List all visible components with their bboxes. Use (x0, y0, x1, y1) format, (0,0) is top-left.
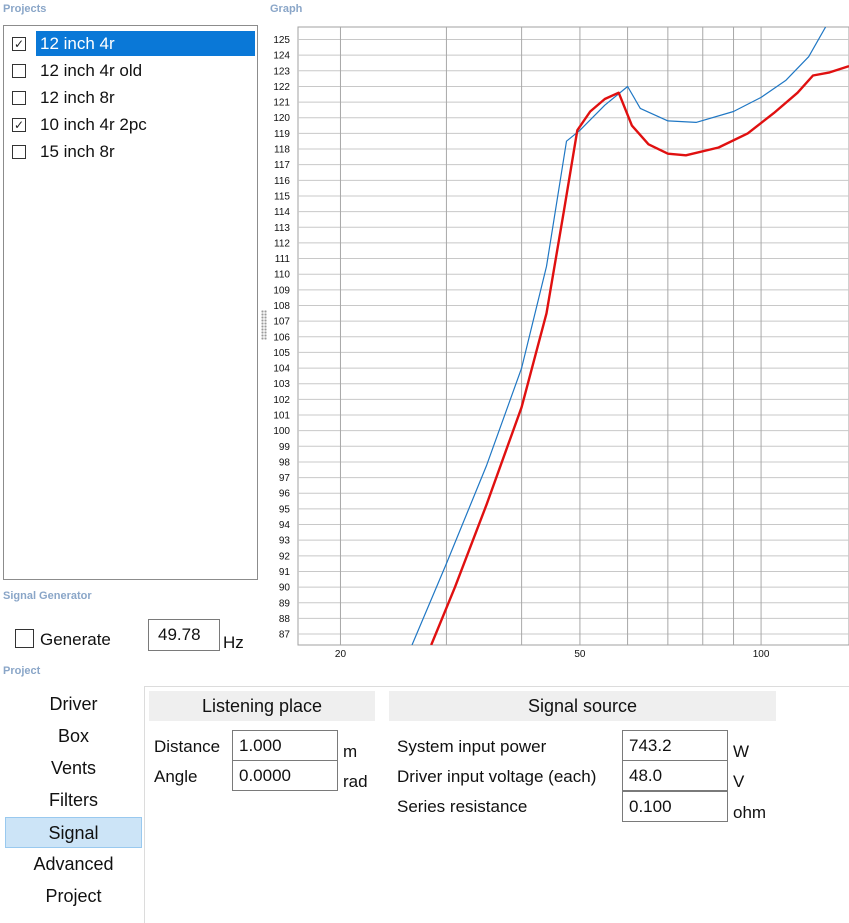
frequency-unit: Hz (223, 633, 244, 652)
checkbox-icon[interactable] (12, 90, 26, 105)
signal-settings-panel: Listening place Distance m Angle rad Sig… (144, 686, 849, 923)
project-item[interactable]: 12 inch 8r (4, 84, 257, 111)
signal-generator-section-label: Signal Generator (3, 590, 92, 602)
y-tick-label: 106 (273, 332, 290, 343)
y-tick-label: 125 (273, 35, 290, 46)
nav-item-vents[interactable]: Vents (5, 753, 142, 784)
y-tick-label: 123 (273, 66, 290, 77)
checkbox-icon[interactable] (12, 144, 26, 159)
y-tick-label: 94 (279, 520, 291, 531)
distance-label: Distance (154, 737, 221, 756)
y-tick-label: 110 (274, 270, 290, 281)
y-tick-label: 121 (273, 98, 290, 109)
y-tick-label: 91 (279, 567, 291, 578)
y-tick-label: 88 (279, 614, 291, 625)
y-tick-label: 122 (273, 82, 290, 93)
angle-input[interactable] (232, 760, 338, 791)
project-section-label: Project (3, 665, 41, 677)
project-item[interactable]: ✓ 12 inch 4r (4, 30, 257, 57)
distance-input[interactable] (232, 730, 338, 761)
x-tick-label: 20 (335, 649, 347, 660)
y-tick-label: 89 (279, 598, 291, 609)
angle-label: Angle (154, 767, 198, 786)
project-item[interactable]: 12 inch 4r old (4, 57, 257, 84)
y-tick-label: 117 (274, 160, 290, 171)
checked-checkbox-icon[interactable]: ✓ (12, 117, 26, 132)
y-tick-label: 105 (273, 348, 290, 359)
distance-unit: m (343, 742, 358, 761)
y-tick-label: 104 (273, 364, 290, 375)
driver-input-voltage-label: Driver input voltage (each) (397, 767, 597, 786)
y-tick-label: 114 (274, 207, 290, 218)
driver-input-voltage-input[interactable] (622, 760, 728, 791)
y-tick-label: 87 (279, 630, 291, 641)
y-tick-label: 118 (274, 145, 290, 156)
projects-list[interactable]: ✓ 12 inch 4r 12 inch 4r old 12 inch 8r ✓ 10 i… (3, 25, 258, 580)
y-tick-label: 109 (273, 285, 290, 296)
x-tick-label: 100 (753, 649, 770, 660)
frequency-response-graph: 87 88 89 90 91 92 93 94 95 96 97 98 99 100 101 102 103 10… (273, 26, 849, 660)
generate-label: Generate (40, 630, 111, 649)
nav-item-driver[interactable]: Driver (5, 689, 142, 720)
project-item-label: 15 inch 8r (40, 142, 115, 161)
power-unit: W (733, 742, 750, 761)
project-item-label: 12 inch 4r old (40, 61, 143, 80)
y-tick-label: 93 (279, 536, 291, 547)
y-tick-label: 124 (273, 51, 290, 62)
signal-source-header: Signal source (389, 691, 776, 721)
projects-section-label: Projects (3, 3, 47, 15)
voltage-unit: V (733, 772, 745, 791)
nav-item-advanced[interactable]: Advanced (5, 849, 142, 880)
y-tick-label: 100 (273, 426, 290, 437)
series-resistance-label: Series resistance (397, 797, 528, 816)
nav-item-box[interactable]: Box (5, 721, 142, 752)
y-tick-label: 120 (273, 113, 290, 124)
graph-section-label: Graph (270, 3, 303, 15)
generate-checkbox[interactable] (15, 629, 34, 648)
x-tick-label: 50 (574, 649, 586, 660)
y-tick-label: 111 (275, 254, 291, 265)
y-tick-label: 103 (273, 379, 290, 390)
project-item-label: 12 inch 4r (36, 31, 255, 56)
y-tick-label: 90 (279, 583, 291, 594)
listening-place-header: Listening place (149, 691, 375, 721)
project-item-label: 10 inch 4r 2pc (40, 115, 147, 134)
y-tick-label: 115 (274, 191, 290, 202)
y-tick-label: 108 (273, 301, 290, 312)
y-tick-label: 96 (279, 489, 291, 500)
system-input-power-input[interactable] (622, 730, 728, 761)
y-tick-label: 113 (274, 223, 290, 234)
system-input-power-label: System input power (397, 737, 547, 756)
y-tick-label: 102 (273, 395, 290, 406)
nav-item-filters[interactable]: Filters (5, 785, 142, 816)
project-item[interactable]: ✓ 10 inch 4r 2pc (4, 111, 257, 138)
y-tick-label: 98 (279, 457, 291, 468)
angle-unit: rad (343, 772, 368, 791)
checkbox-icon[interactable] (12, 63, 26, 78)
y-tick-label: 116 (274, 176, 290, 187)
y-tick-label: 99 (279, 442, 291, 453)
project-item-label: 12 inch 8r (40, 88, 115, 107)
y-tick-label: 112 (274, 238, 290, 249)
y-tick-label: 95 (279, 504, 291, 515)
y-tick-label: 119 (274, 129, 290, 140)
resistance-unit: ohm (733, 803, 767, 822)
y-tick-label: 101 (273, 411, 290, 422)
frequency-input[interactable] (148, 619, 220, 651)
series-resistance-input[interactable] (622, 791, 728, 822)
nav-item-signal[interactable]: Signal (5, 817, 142, 848)
y-tick-label: 107 (273, 317, 290, 328)
nav-item-project[interactable]: Project (5, 881, 142, 912)
y-tick-label: 92 (279, 551, 291, 562)
project-item[interactable]: 15 inch 8r (4, 138, 257, 165)
y-tick-label: 97 (279, 473, 291, 484)
checked-checkbox-icon[interactable]: ✓ (12, 36, 26, 51)
